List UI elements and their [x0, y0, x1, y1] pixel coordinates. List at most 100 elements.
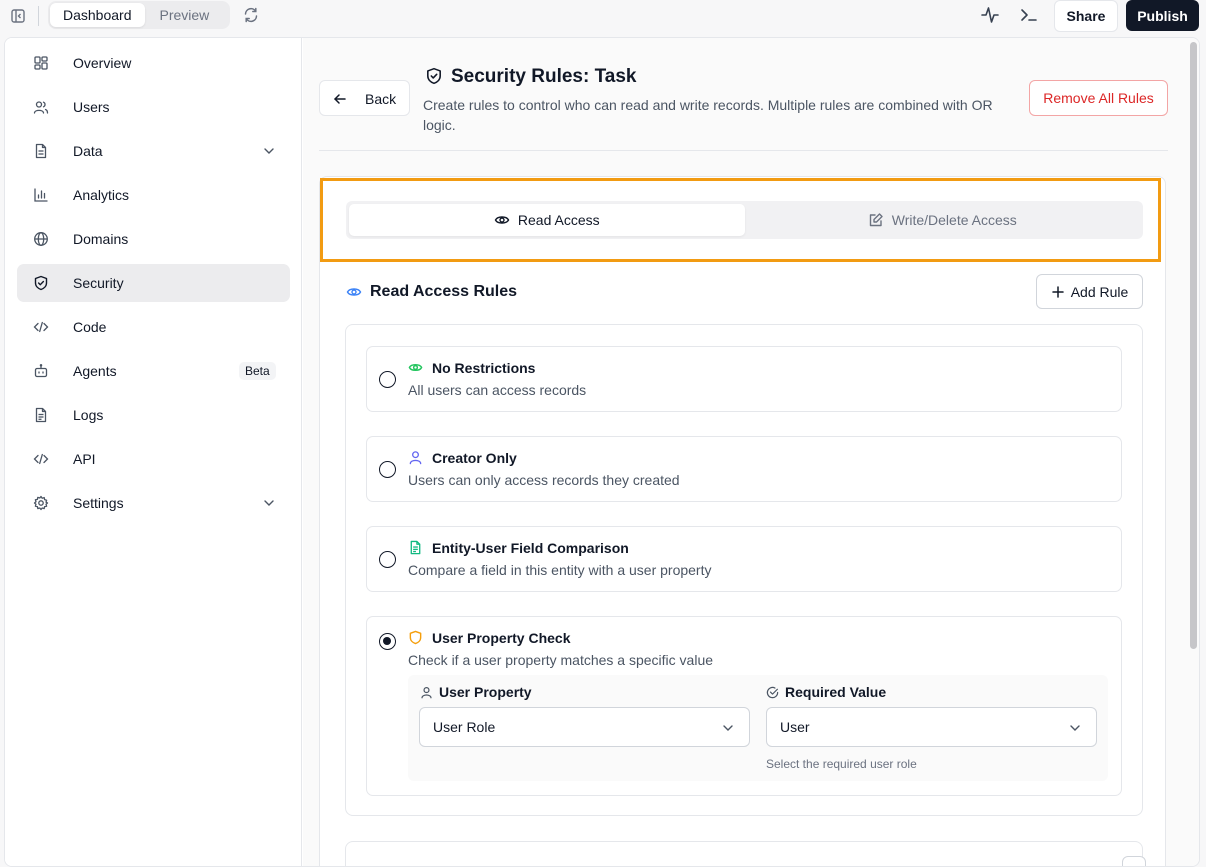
rule-radio[interactable] — [379, 633, 396, 650]
chevron-down-icon[interactable] — [262, 144, 276, 158]
sidebar-item-data[interactable]: Data — [17, 132, 290, 170]
rule-radio[interactable] — [379, 461, 396, 478]
sidebar-item-security[interactable]: Security — [17, 264, 290, 302]
add-rule-button[interactable]: Add Rule — [1036, 274, 1143, 309]
gear-icon — [33, 495, 49, 511]
rule-title: Entity-User Field Comparison — [432, 540, 629, 556]
rule-option-creator-only[interactable]: Creator Only Users can only access recor… — [366, 436, 1122, 502]
rule-description: Compare a field in this entity with a us… — [408, 562, 712, 578]
file-text-icon — [408, 540, 423, 555]
page-description: Create rules to control who can read and… — [423, 97, 993, 133]
sidebar-item-label: Data — [73, 143, 103, 159]
next-rule-action[interactable] — [1122, 856, 1146, 866]
users-icon — [33, 99, 49, 115]
field-label-text: Required Value — [785, 684, 887, 700]
user-icon — [408, 450, 423, 465]
rule-option-no-restrictions[interactable]: No Restrictions All users can access rec… — [366, 346, 1122, 412]
plus-icon — [1051, 285, 1064, 298]
sidebar-item-label: Overview — [73, 55, 132, 71]
scrollbar-thumb[interactable] — [1190, 42, 1197, 649]
sidebar-item-logs[interactable]: Logs — [17, 396, 290, 434]
user-property-select[interactable]: User Role — [419, 707, 750, 747]
view-switcher: Dashboard Preview — [48, 1, 230, 29]
arrow-left-icon — [332, 91, 348, 107]
top-bar: Dashboard Preview Share Publish — [0, 0, 1206, 36]
activity-icon[interactable] — [980, 5, 1000, 25]
rule-title: No Restrictions — [432, 360, 536, 376]
sidebar-item-label: Agents — [73, 363, 117, 379]
rule-radio[interactable] — [379, 371, 396, 388]
eye-icon — [346, 284, 362, 300]
tab-preview[interactable]: Preview — [147, 3, 223, 27]
rule-radio[interactable] — [379, 551, 396, 568]
remove-all-rules-button[interactable]: Remove All Rules — [1029, 80, 1168, 116]
topbar-divider — [38, 6, 39, 26]
rule-description: Users can only access records they creat… — [408, 472, 680, 488]
eye-icon — [408, 360, 423, 375]
sidebar-item-label: Security — [73, 275, 124, 291]
select-value: User Role — [433, 719, 496, 735]
rule-option-entity-user-field-comparison[interactable]: Entity-User Field Comparison Compare a f… — [366, 526, 1122, 592]
required-value-hint: Select the required user role — [766, 757, 917, 771]
sidebar-item-label: Logs — [73, 407, 104, 423]
back-button[interactable]: Back — [319, 80, 410, 116]
check-circle-icon — [766, 686, 779, 698]
chevron-down-icon[interactable] — [262, 496, 276, 510]
refresh-icon[interactable] — [242, 6, 262, 26]
main-content: Back Security Rules: Task Create rules t… — [303, 38, 1187, 866]
bar-chart-icon — [33, 187, 49, 203]
select-value: User — [780, 719, 810, 735]
shield-icon — [408, 630, 423, 645]
next-rule-container — [345, 841, 1146, 866]
back-button-label: Back — [365, 91, 397, 107]
rule-title: User Property Check — [432, 630, 571, 646]
rule-description: All users can access records — [408, 382, 587, 398]
add-rule-label: Add Rule — [1070, 283, 1129, 300]
rules-section-title: Read Access Rules — [370, 283, 518, 300]
sidebar-item-label: Analytics — [73, 187, 130, 203]
chevron-down-icon — [721, 721, 735, 735]
user-property-label: User Property — [420, 683, 532, 701]
sidebar-item-domains[interactable]: Domains — [17, 220, 290, 258]
tabs-highlight-frame — [320, 178, 1161, 262]
chevron-down-icon — [1068, 721, 1082, 735]
shield-check-icon — [425, 67, 443, 85]
sidebar-item-users[interactable]: Users — [17, 88, 290, 126]
required-value-select[interactable]: User — [766, 707, 1097, 747]
shield-check-icon — [33, 275, 49, 291]
sidebar-item-settings[interactable]: Settings — [17, 484, 290, 522]
rule-option-user-property-check[interactable]: User Property Check Check if a user prop… — [366, 616, 1122, 796]
sidebar-item-analytics[interactable]: Analytics — [17, 176, 290, 214]
sidebar-item-api[interactable]: API — [17, 440, 290, 478]
user-icon — [421, 686, 432, 698]
rule-description: Check if a user property matches a speci… — [408, 652, 714, 668]
bot-icon — [33, 363, 49, 379]
terminal-icon[interactable] — [1019, 5, 1039, 25]
sidebar-item-label: Users — [73, 99, 110, 115]
rule-title: Creator Only — [432, 450, 517, 466]
share-button[interactable]: Share — [1054, 0, 1118, 32]
file-icon — [33, 143, 49, 159]
publish-button[interactable]: Publish — [1126, 0, 1199, 31]
sidebar-item-agents[interactable]: Agents Beta — [17, 352, 290, 390]
rule-config-panel: User Property User Role Required Value U… — [408, 675, 1108, 781]
sidebar-toggle-icon[interactable] — [8, 6, 28, 26]
tab-dashboard[interactable]: Dashboard — [50, 3, 145, 27]
sidebar-item-code[interactable]: Code — [17, 308, 290, 346]
sidebar-item-label: Settings — [73, 495, 124, 511]
sidebar-item-overview[interactable]: Overview — [17, 44, 290, 82]
code-icon — [33, 319, 49, 335]
sidebar-item-label: API — [73, 451, 96, 467]
layout-grid-icon — [33, 55, 49, 71]
app-shell: Overview Users Data Analytics Domains Se… — [4, 37, 1200, 867]
field-label-text: User Property — [439, 684, 532, 700]
beta-badge: Beta — [239, 362, 276, 380]
header-divider — [319, 150, 1168, 151]
sidebar-item-label: Code — [73, 319, 107, 335]
code-icon — [33, 451, 49, 467]
sidebar: Overview Users Data Analytics Domains Se… — [5, 38, 302, 866]
page-title: Security Rules: Task — [451, 66, 637, 87]
globe-icon — [33, 231, 49, 247]
required-value-label: Required Value — [766, 683, 886, 701]
file-text-icon — [33, 407, 49, 423]
